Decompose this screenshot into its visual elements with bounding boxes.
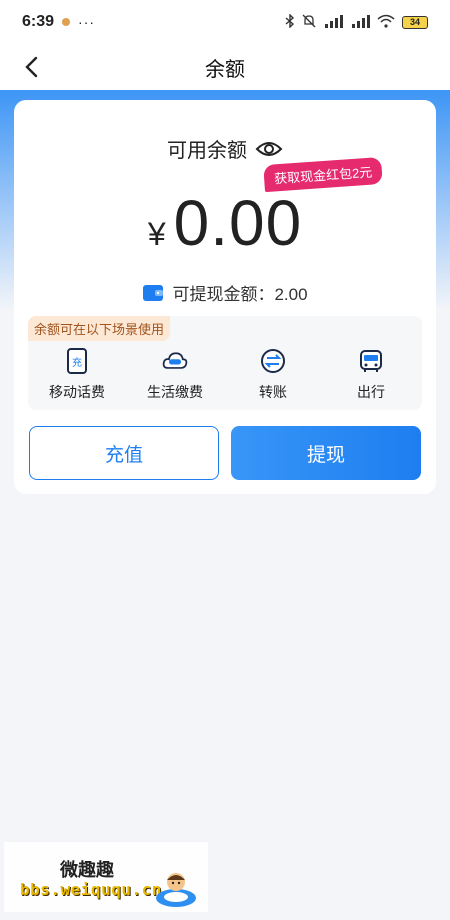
wallet-icon [142,284,164,302]
usage-scenes: 余额可在以下场景使用 充 移动话费 生活缴费 转账 出行 [28,316,422,410]
signal-icon [323,14,343,31]
page-title: 余额 [205,58,245,81]
transfer-icon [260,348,286,374]
watermark-url: bbs.weiququ.cn [20,880,162,899]
balance-amount: 0.00 [173,187,303,259]
usage-scenes-tag: 余额可在以下场景使用 [28,316,171,341]
withdrawable-amount: 可提现金额：2.00 [172,285,308,304]
recharge-button[interactable]: 充值 [29,426,219,480]
status-time: 6:39 [22,13,55,30]
scene-label: 出行 [357,384,385,400]
bluetooth-icon [285,12,295,31]
notification-dot-icon [62,18,71,26]
scene-mobile-bill[interactable]: 充 移动话费 [28,348,126,404]
scene-transfer[interactable]: 转账 [224,348,322,404]
back-button[interactable] [16,52,46,82]
signal-icon-2 [350,14,370,31]
chevron-left-icon [25,56,38,78]
nav-bar: 余额 [0,44,450,90]
scene-utility-payment[interactable]: 生活缴费 [126,348,224,404]
currency-symbol: ¥ [147,216,166,252]
wifi-icon [377,14,395,31]
scene-label: 转账 [259,384,287,400]
balance-label: 可用余额 [167,140,247,162]
watermark-title: 微趣趣 [60,860,114,881]
status-more: ··· [78,14,96,30]
amount-row: ¥ 0.00 [14,186,436,260]
watermark: 微趣趣 bbs.weiququ.cn [4,842,208,912]
scene-travel[interactable]: 出行 [322,348,420,404]
scene-label: 移动话费 [49,384,105,400]
scene-label: 生活缴费 [147,384,203,400]
mute-bell-icon [302,14,316,31]
phone-bill-icon: 充 [64,348,90,374]
mascot-icon [154,868,198,908]
bus-icon [358,348,384,374]
battery-icon: 34 [402,15,428,29]
svg-text:充: 充 [72,356,82,369]
balance-card: 可用余额 获取现金红包2元 ¥ 0.00 可提现金额：2.00 余额可在以下场景… [14,100,436,494]
eye-icon[interactable] [255,139,283,159]
withdrawable-row: 可提现金额：2.00 [14,280,436,305]
withdraw-button[interactable]: 提现 [231,426,421,480]
status-bar: 6:39 ··· 34 [0,0,450,44]
utility-cloud-icon [162,348,188,374]
